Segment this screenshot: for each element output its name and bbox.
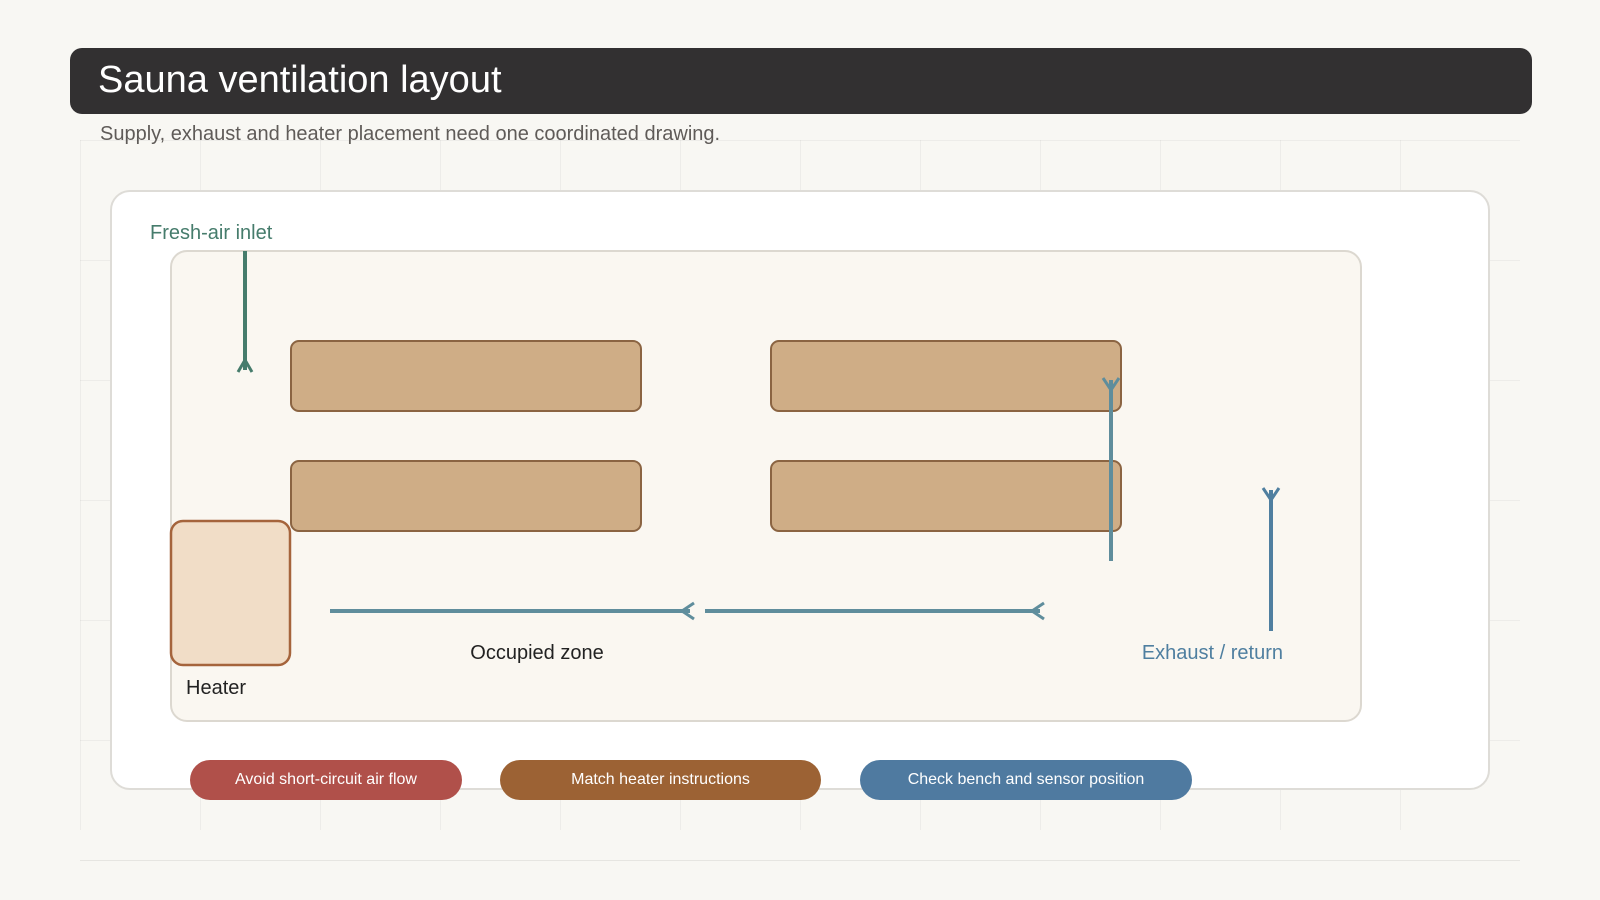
bench-lower-left (290, 460, 642, 532)
inlet-label: Fresh-air inlet (150, 222, 273, 244)
note-bench-sensor: Check bench and sensor position (860, 760, 1192, 800)
note-short-circuit: Avoid short-circuit air flow (190, 760, 462, 800)
bench-upper-right (770, 340, 1122, 412)
bench-lower-right (770, 460, 1122, 532)
bench-upper-left (290, 340, 642, 412)
exhaust-label: Exhaust / return (1142, 642, 1283, 664)
note-heater-instructions: Match heater instructions (500, 760, 821, 800)
zone-label: Occupied zone (470, 642, 603, 664)
heater (169, 519, 292, 667)
heater-label: Heater (186, 677, 246, 699)
